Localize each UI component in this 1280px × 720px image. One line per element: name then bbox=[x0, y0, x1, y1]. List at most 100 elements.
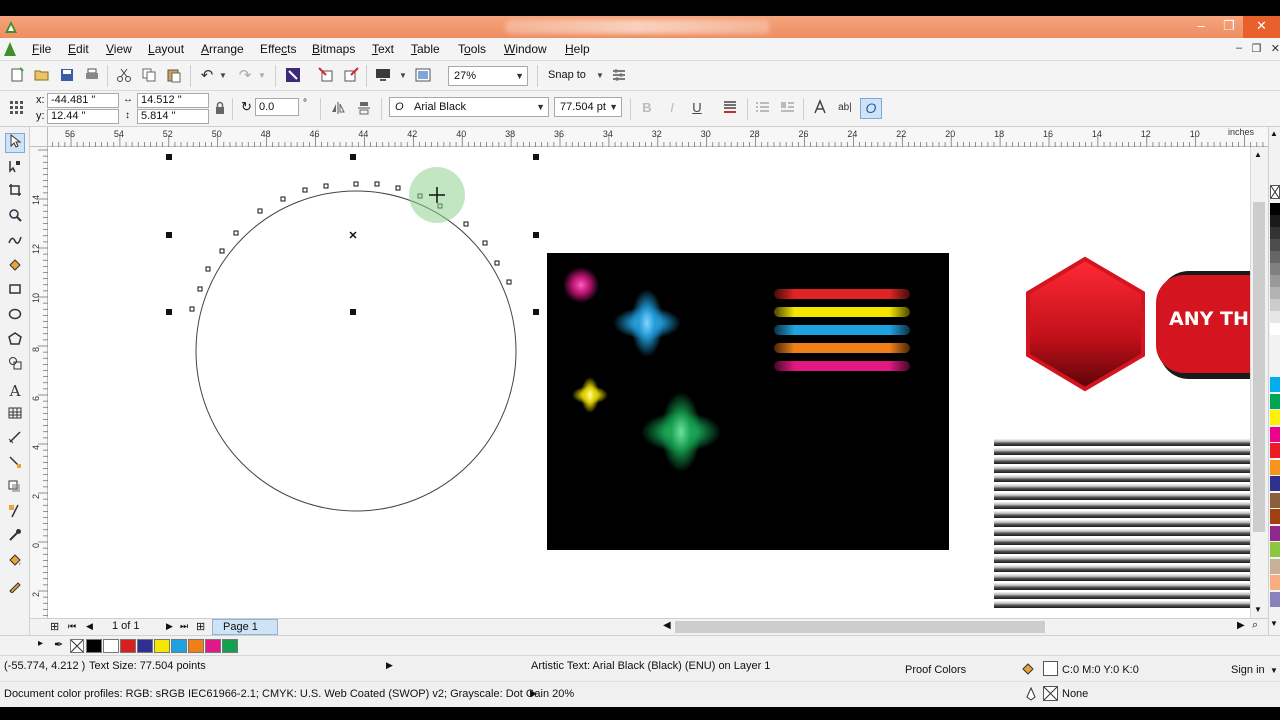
menu-layout[interactable]: Layout bbox=[148, 42, 184, 56]
red-hexagon[interactable] bbox=[1026, 256, 1145, 392]
height-field[interactable]: 5.814 " bbox=[137, 109, 209, 124]
open-icon[interactable] bbox=[33, 67, 51, 85]
undo-dropdown-icon[interactable]: ▼ bbox=[219, 71, 227, 80]
horizontal-ruler[interactable]: 56 54 52 50 48 46 44 42 40 38 36 34 32 30 28 26 24 22 20 18… bbox=[21, 127, 1268, 147]
palette-swatch[interactable] bbox=[1270, 575, 1280, 590]
palette-swatch[interactable] bbox=[1270, 251, 1280, 263]
menu-file[interactable]: File bbox=[32, 42, 51, 56]
rotation-center-mark[interactable] bbox=[349, 231, 357, 239]
search-content-icon[interactable] bbox=[284, 67, 302, 85]
font-size-combo[interactable]: 77.504 pt ▼ bbox=[554, 97, 622, 117]
mirror-horizontal-icon[interactable] bbox=[330, 100, 348, 118]
menu-window[interactable]: Window bbox=[504, 42, 547, 56]
last-page-icon[interactable]: ⏭ bbox=[180, 621, 188, 632]
ruler-origin[interactable] bbox=[30, 127, 48, 147]
document-icon[interactable] bbox=[3, 41, 17, 57]
document-color-swatch[interactable] bbox=[137, 639, 153, 653]
close-button[interactable]: ✕ bbox=[1243, 16, 1280, 38]
page-tab[interactable]: Page 1 bbox=[212, 619, 278, 635]
vertical-ruler[interactable]: 14 12 10 8 6 4 2 0 2 bbox=[30, 147, 48, 618]
no-fill-swatch[interactable] bbox=[70, 639, 84, 653]
vertical-scroll-thumb[interactable] bbox=[1253, 202, 1265, 532]
drop-shadow-tool-icon[interactable] bbox=[5, 480, 25, 500]
zoom-tool-icon[interactable] bbox=[5, 208, 25, 228]
scroll-left-icon[interactable]: ◀ bbox=[663, 620, 671, 631]
bullet-list-icon[interactable] bbox=[754, 99, 772, 117]
document-color-swatch[interactable] bbox=[120, 639, 136, 653]
eyedropper-icon[interactable]: ✒ bbox=[54, 638, 63, 651]
metal-bar[interactable] bbox=[994, 448, 1250, 455]
metal-bar[interactable] bbox=[994, 565, 1250, 572]
first-page-icon[interactable]: ⏮ bbox=[68, 621, 76, 632]
metal-bar[interactable] bbox=[994, 439, 1250, 446]
palette-swatch[interactable] bbox=[1270, 492, 1280, 508]
snap-to-button[interactable]: Snap to bbox=[548, 69, 586, 81]
pick-tool-icon[interactable] bbox=[5, 133, 25, 153]
palette-swatch[interactable] bbox=[1270, 591, 1280, 607]
proof-colors-toggle[interactable]: Proof Colors bbox=[905, 664, 966, 676]
metallic-stripes[interactable] bbox=[994, 439, 1250, 608]
font-list-combo[interactable]: O Arial Black ▼ bbox=[389, 97, 549, 117]
export-icon[interactable] bbox=[342, 67, 360, 85]
rotation-angle-field[interactable]: 0.0 bbox=[255, 98, 299, 116]
new-document-icon[interactable] bbox=[8, 67, 26, 85]
status-expand-icon[interactable]: ▶ bbox=[386, 660, 393, 671]
palette-swatch[interactable] bbox=[1270, 239, 1280, 251]
transparency-tool-icon[interactable] bbox=[5, 504, 25, 524]
menu-text[interactable]: Text bbox=[372, 42, 394, 56]
pink-flower[interactable] bbox=[563, 267, 599, 303]
menu-table[interactable]: Table bbox=[411, 42, 440, 56]
color-profiles-expand-icon[interactable]: ▶ bbox=[530, 688, 537, 699]
metal-bar[interactable] bbox=[994, 601, 1250, 608]
print-icon[interactable] bbox=[83, 67, 101, 85]
document-color-swatch[interactable] bbox=[103, 639, 119, 653]
palette-swatch[interactable] bbox=[1270, 227, 1280, 239]
restore-button[interactable]: ❐ bbox=[1215, 16, 1243, 38]
palette-swatch[interactable] bbox=[1270, 443, 1280, 458]
bold-icon[interactable]: B bbox=[638, 99, 656, 117]
x-position-field[interactable]: -44.481 " bbox=[47, 93, 119, 108]
interactive-opentype-icon[interactable]: O bbox=[860, 98, 882, 119]
document-color-swatch[interactable] bbox=[171, 639, 187, 653]
palette-swatch[interactable] bbox=[1270, 275, 1280, 287]
launcher-dropdown-icon[interactable]: ▼ bbox=[399, 71, 407, 80]
palette-swatch[interactable] bbox=[1270, 542, 1280, 557]
palette-options-icon[interactable]: ▸ bbox=[38, 638, 43, 649]
metal-bar[interactable] bbox=[994, 493, 1250, 500]
width-field[interactable]: 14.512 " bbox=[137, 93, 209, 108]
object-origin-icon[interactable] bbox=[8, 100, 26, 118]
palette-swatch[interactable] bbox=[1270, 287, 1280, 299]
color-profiles-info[interactable]: Document color profiles: RGB: sRGB IEC61… bbox=[4, 688, 574, 700]
menu-effects[interactable]: Effects bbox=[260, 42, 296, 56]
horizontal-scroll-thumb[interactable] bbox=[675, 621, 1045, 633]
outline-color-swatch[interactable] bbox=[1043, 686, 1058, 701]
add-page-after-icon[interactable]: ⊞ bbox=[196, 620, 205, 633]
palette-swatch[interactable] bbox=[1270, 558, 1280, 574]
sign-in-link[interactable]: Sign in bbox=[1231, 664, 1265, 676]
underline-icon[interactable]: U bbox=[688, 99, 706, 117]
menu-tools[interactable]: Tools bbox=[458, 42, 486, 56]
rectangle-tool-icon[interactable] bbox=[5, 282, 25, 302]
freehand-tool-icon[interactable] bbox=[5, 233, 25, 253]
metal-bar[interactable] bbox=[994, 583, 1250, 590]
metal-bar[interactable] bbox=[994, 592, 1250, 599]
drawing-canvas[interactable]: ANY TH bbox=[48, 147, 1250, 618]
document-color-swatch[interactable] bbox=[86, 639, 102, 653]
polygon-tool-icon[interactable] bbox=[5, 332, 25, 352]
save-icon[interactable] bbox=[58, 67, 76, 85]
metal-bar[interactable] bbox=[994, 502, 1250, 509]
any-things-badge[interactable]: ANY TH bbox=[1156, 271, 1250, 379]
zoom-navigator-icon[interactable]: ⌕ bbox=[1252, 619, 1258, 632]
crop-tool-icon[interactable] bbox=[5, 183, 25, 203]
doc-restore-button[interactable]: ❐ bbox=[1252, 42, 1262, 55]
palette-swatch[interactable] bbox=[1270, 459, 1280, 475]
menu-edit[interactable]: Edit bbox=[68, 42, 89, 56]
no-color-swatch[interactable] bbox=[1270, 185, 1280, 199]
basic-shapes-tool-icon[interactable] bbox=[5, 356, 25, 376]
ellipse-tool-icon[interactable] bbox=[5, 307, 25, 327]
selected-circle-path[interactable] bbox=[195, 190, 517, 512]
add-page-before-icon[interactable]: ⊞ bbox=[50, 620, 59, 633]
scroll-right-icon[interactable]: ▶ bbox=[1237, 620, 1245, 631]
metal-bar[interactable] bbox=[994, 511, 1250, 518]
redo-icon[interactable]: ↷ bbox=[236, 67, 254, 85]
